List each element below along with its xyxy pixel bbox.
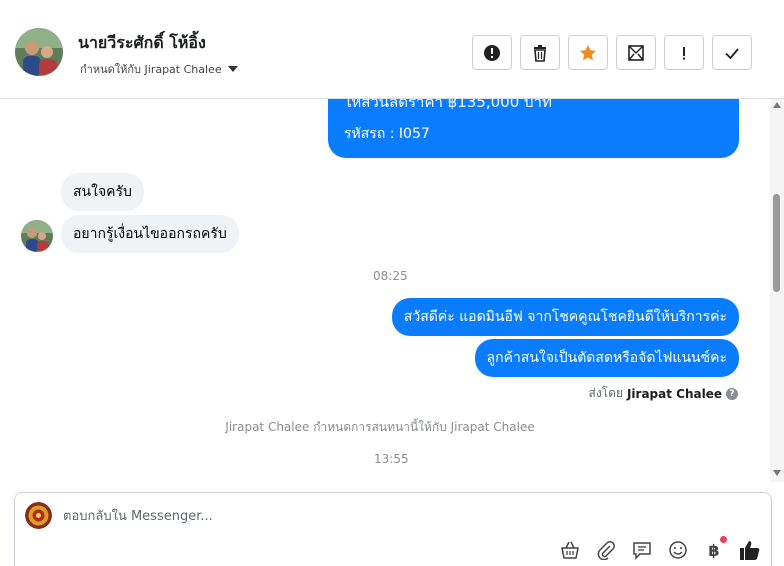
sent-by-prefix: ส่งโดย <box>588 386 623 400</box>
mark-spam-button[interactable] <box>472 35 512 70</box>
chat-bubble-icon <box>633 542 651 560</box>
follow-up-button[interactable] <box>664 35 704 70</box>
page-logo <box>25 502 52 529</box>
assign-label: กำหนดให้กับ Jirapat Chalee <box>80 63 222 76</box>
attach-button[interactable] <box>595 539 617 561</box>
check-icon <box>725 47 739 59</box>
caret-down-icon <box>227 66 238 72</box>
composer-tools: ฿ <box>559 536 761 561</box>
message-bubble-outgoing[interactable]: ลูกค้าสนใจเป็นตัดสดหรือจัดไฟแนนซ์คะ <box>474 339 739 377</box>
system-message: Jirapat Chalee กำหนดการสนทนานี้ให้กับ Ji… <box>225 420 535 434</box>
message-thread: ให้ส่วนลดราคา ฿135,000 บาท รหัสรถ : I057… <box>0 99 770 482</box>
message-text: สวัสดีค่ะ แอดมินอีฟ จากโชคคูณโชคยินดีให้… <box>403 309 727 325</box>
envelope-icon <box>628 44 644 61</box>
like-button[interactable] <box>739 539 761 561</box>
timestamp: 08:25 <box>373 269 408 283</box>
message-bubble-outgoing[interactable]: สวัสดีค่ะ แอดมินอีฟ จากโชคคูณโชคยินดีให้… <box>391 298 739 336</box>
timestamp: 13:55 <box>374 452 409 466</box>
message-text: สนใจครับ <box>73 184 132 200</box>
conversation-header: นายวีระศักดิ์ โห้อิ้ง กำหนดให้กับ Jirapa… <box>0 0 784 99</box>
paperclip-icon <box>597 541 615 560</box>
mark-done-button[interactable] <box>712 35 752 70</box>
sent-by-line: ส่งโดย Jirapat Chalee ? <box>588 384 738 403</box>
message-code: รหัสรถ : I057 <box>344 126 430 142</box>
sent-by-name[interactable]: Jirapat Chalee <box>627 387 722 401</box>
message-bubble-outgoing[interactable]: ให้ส่วนลดราคา ฿135,000 บาท รหัสรถ : I057 <box>328 99 739 158</box>
emoji-button[interactable] <box>667 539 689 561</box>
scroll-down-arrow-icon[interactable] <box>773 470 781 476</box>
contact-avatar[interactable] <box>15 28 63 76</box>
message-bubble-incoming[interactable]: อยากรู้เงื่อนไขออกรถครับ <box>61 215 239 253</box>
reply-input[interactable] <box>63 509 543 524</box>
message-text: ให้ส่วนลดราคา ฿135,000 บาท <box>344 99 552 111</box>
star-icon <box>580 44 596 60</box>
mark-unread-button[interactable] <box>616 35 656 70</box>
trash-icon <box>534 44 546 62</box>
shop-button[interactable] <box>559 539 581 561</box>
smiley-icon <box>669 541 687 559</box>
alert-circle-icon <box>484 44 500 61</box>
info-icon[interactable]: ? <box>726 387 738 400</box>
star-button[interactable] <box>568 35 608 70</box>
scrollbar-thumb[interactable] <box>773 194 780 292</box>
contact-name[interactable]: นายวีระศักดิ์ โห้อิ้ง <box>78 31 206 56</box>
action-toolbar <box>472 35 752 70</box>
contact-avatar-small[interactable] <box>21 220 53 252</box>
exclamation-icon <box>683 46 685 59</box>
message-bubble-incoming[interactable]: สนใจครับ <box>61 173 144 211</box>
notification-dot <box>720 536 727 543</box>
thumbs-up-icon <box>740 541 760 560</box>
shopping-basket-icon <box>561 541 579 559</box>
assign-dropdown[interactable]: กำหนดให้กับ Jirapat Chalee <box>80 60 238 78</box>
baht-icon: ฿ <box>708 540 720 560</box>
reply-composer: ฿ <box>14 492 772 566</box>
message-text: อยากรู้เงื่อนไขออกรถครับ <box>73 226 227 242</box>
saved-replies-button[interactable] <box>631 539 653 561</box>
delete-button[interactable] <box>520 35 560 70</box>
thread-scrollbar[interactable] <box>770 99 784 482</box>
payment-button[interactable]: ฿ <box>703 536 727 561</box>
scroll-up-arrow-icon[interactable] <box>773 102 781 108</box>
message-text: ลูกค้าสนใจเป็นตัดสดหรือจัดไฟแนนซ์คะ <box>486 350 727 366</box>
